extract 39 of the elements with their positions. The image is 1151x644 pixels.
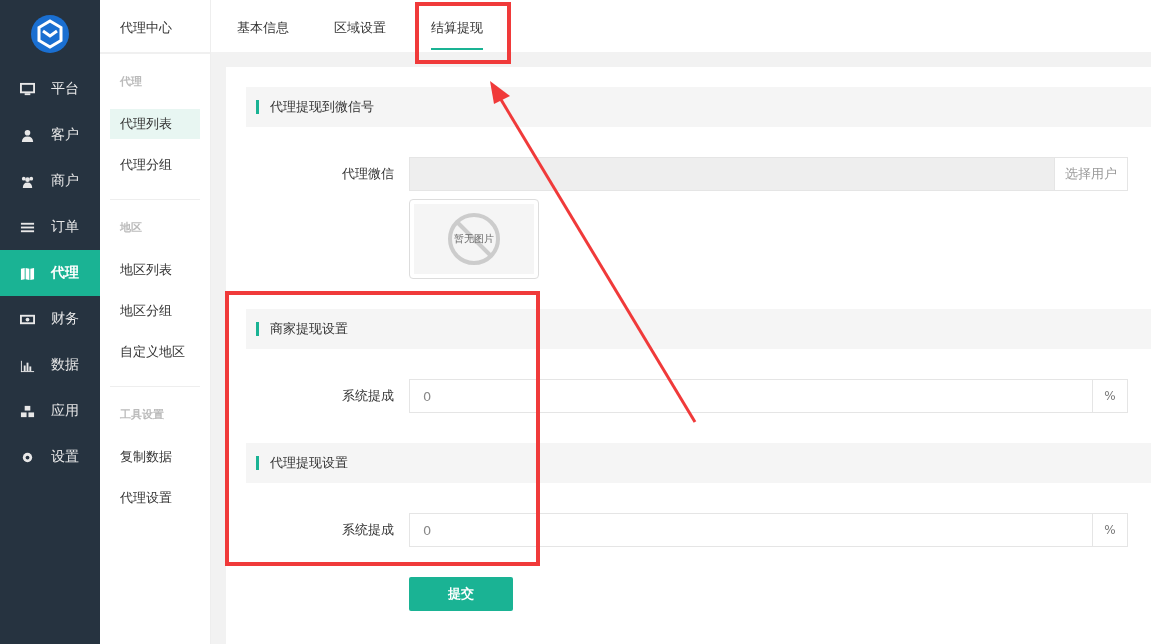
user-icon <box>20 127 35 143</box>
nav-item[interactable]: 设置 <box>0 434 100 480</box>
subnav-item[interactable]: 代理列表 <box>110 109 200 139</box>
section-title: 商家提现设置 <box>256 322 348 336</box>
tab[interactable]: 基本信息 <box>237 0 289 52</box>
subnav-item[interactable]: 地区列表 <box>110 255 200 285</box>
user-field[interactable] <box>409 157 1055 191</box>
input-field[interactable]: 0 <box>409 379 1093 413</box>
nav-item[interactable]: 订单 <box>0 204 100 250</box>
subnav-item[interactable]: 复制数据 <box>110 442 200 472</box>
tab[interactable]: 区域设置 <box>334 0 386 52</box>
no-image-icon <box>447 212 501 266</box>
field-label: 系统提成 <box>341 521 395 539</box>
subnav-heading: 代理 <box>119 74 143 90</box>
field-label: 代理微信 <box>341 165 395 183</box>
subnav-item[interactable]: 代理设置 <box>110 483 200 513</box>
unit-addon: % <box>1093 513 1128 547</box>
map-icon <box>20 265 35 281</box>
subnav-item[interactable]: 自定义地区 <box>110 337 200 367</box>
logo-icon <box>30 14 70 54</box>
section-title: 代理提现设置 <box>256 456 348 470</box>
subnav-heading: 地区 <box>119 220 143 236</box>
section-title: 代理提现到微信号 <box>256 100 374 114</box>
field-label: 系统提成 <box>341 387 395 405</box>
nav-item[interactable]: 平台 <box>0 66 100 112</box>
unit-addon: % <box>1093 379 1128 413</box>
subnav-item[interactable]: 代理分组 <box>110 150 200 180</box>
no-image-text: 暂无图片 <box>454 232 494 246</box>
monitor-icon <box>20 81 35 97</box>
nav-item[interactable]: 商户 <box>0 158 100 204</box>
subnav-item[interactable]: 地区分组 <box>110 296 200 326</box>
tab[interactable]: 结算提现 <box>431 0 483 50</box>
nav-item[interactable]: 财务 <box>0 296 100 342</box>
nav-item[interactable]: 应用 <box>0 388 100 434</box>
nav-item[interactable]: 客户 <box>0 112 100 158</box>
input-field[interactable]: 0 <box>409 513 1093 547</box>
cubes-icon <box>20 403 35 419</box>
nav-item[interactable]: 数据 <box>0 342 100 388</box>
subnav-heading: 工具设置 <box>119 407 165 423</box>
